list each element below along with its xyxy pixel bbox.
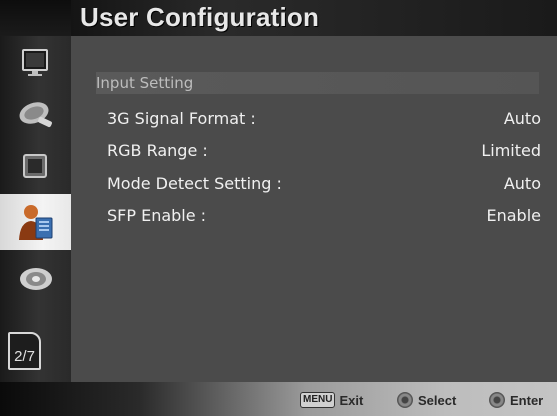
setting-row-rgb-range[interactable]: RGB Range : Limited: [107, 138, 541, 164]
setting-value: Auto: [503, 174, 541, 193]
disc-icon: [19, 268, 52, 290]
page-indicator: 2/7: [8, 332, 41, 370]
exit-hint[interactable]: MENU Exit: [300, 391, 363, 409]
header-left-block: [0, 0, 71, 36]
setting-row-3g-signal-format[interactable]: 3G Signal Format : Auto: [107, 106, 541, 132]
setting-row-mode-detect[interactable]: Mode Detect Setting : Auto: [107, 171, 541, 197]
header-bar: User Configuration: [0, 0, 557, 36]
footer-bar: MENU Exit Select Enter: [0, 382, 557, 416]
sidebar-item-dish[interactable]: [0, 90, 71, 140]
settings-panel: Input Setting 3G Signal Format : Auto RG…: [71, 36, 557, 382]
exit-label: Exit: [339, 392, 364, 408]
setting-label: SFP Enable :: [107, 206, 207, 225]
dish-icon: [18, 102, 52, 128]
setting-label: Mode Detect Setting :: [107, 174, 282, 193]
enter-label: Enter: [510, 392, 544, 408]
setting-label: 3G Signal Format :: [107, 109, 256, 128]
display-icon: [22, 154, 47, 178]
rotary-knob-icon: [397, 392, 413, 408]
monitor-icon: [21, 49, 48, 76]
sidebar-item-picture[interactable]: [0, 38, 71, 88]
setting-label: RGB Range :: [107, 141, 208, 160]
page-title: User Configuration: [80, 2, 320, 32]
sidebar-item-system[interactable]: [0, 254, 71, 304]
section-title: Input Setting: [96, 72, 539, 94]
setting-value: Auto: [503, 109, 541, 128]
select-hint[interactable]: Select: [397, 391, 456, 409]
sidebar-item-user-configuration[interactable]: [0, 194, 71, 250]
setting-value: Enable: [486, 206, 542, 225]
menu-key-icon: MENU: [300, 392, 336, 408]
setting-row-sfp-enable[interactable]: SFP Enable : Enable: [107, 203, 541, 229]
setting-value: Limited: [481, 141, 541, 160]
user-config-icon: [18, 205, 52, 240]
select-label: Select: [418, 392, 457, 408]
sidebar: 2/7: [0, 36, 71, 382]
enter-hint[interactable]: Enter: [489, 391, 543, 409]
knob-press-icon: [489, 392, 505, 408]
sidebar-item-display[interactable]: [0, 142, 71, 192]
